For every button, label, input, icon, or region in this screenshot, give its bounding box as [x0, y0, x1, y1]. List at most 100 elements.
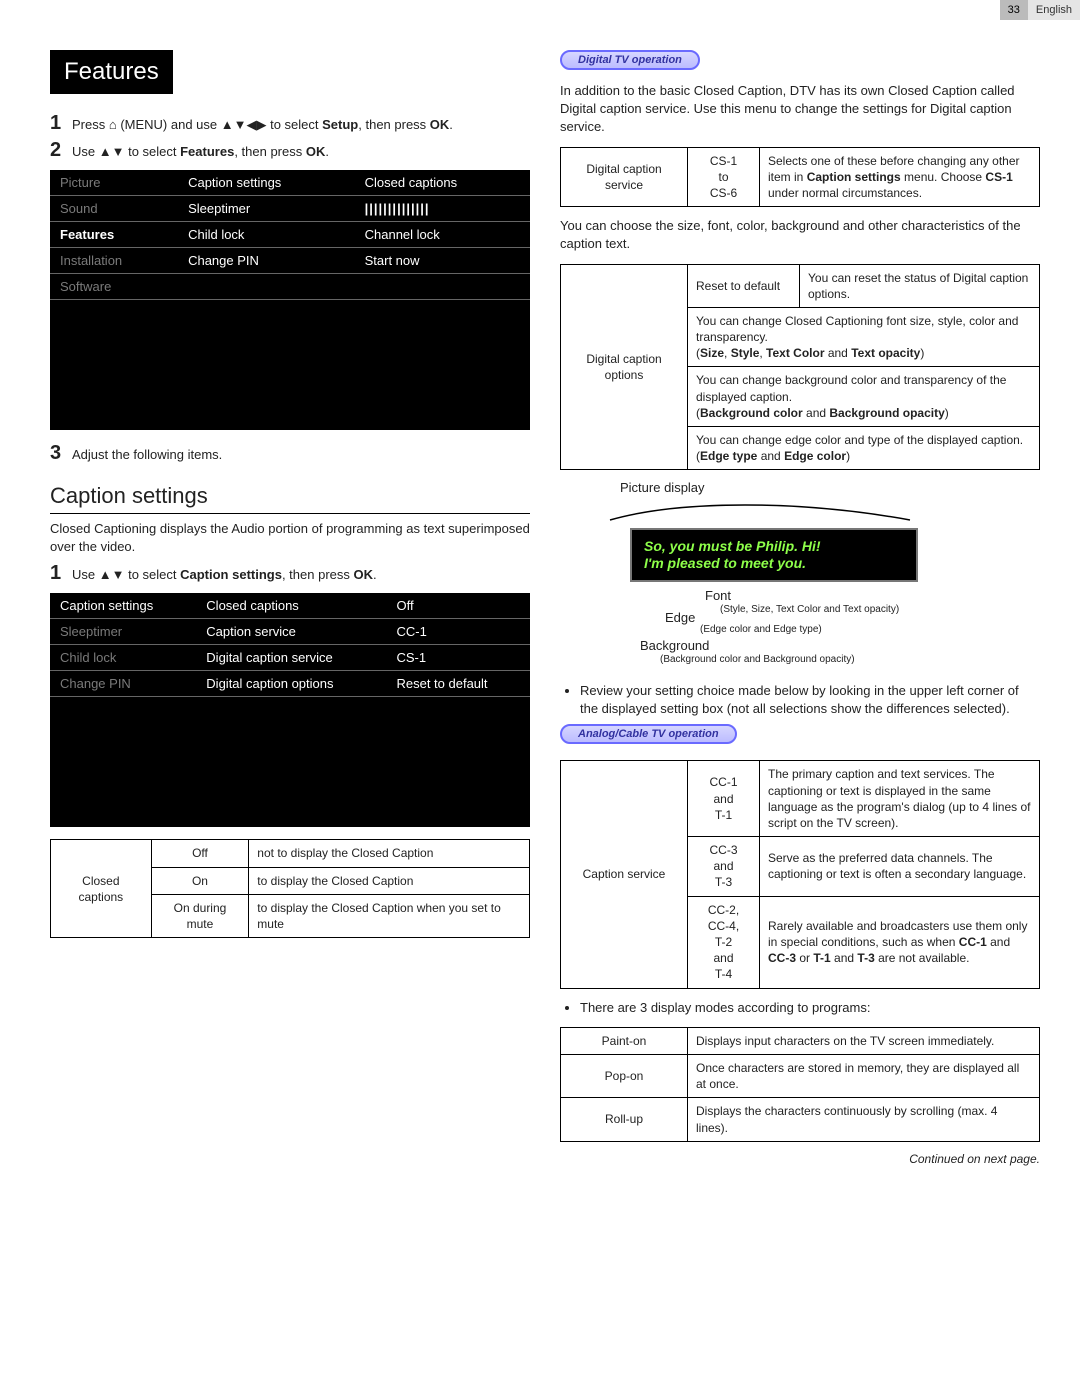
osd-cell: Digital caption options — [196, 671, 386, 697]
background-sub: (Background color and Background opacity… — [660, 654, 855, 665]
review-bullet: Review your setting choice made below by… — [580, 682, 1040, 718]
cc-desc: to display the Closed Caption when you s… — [249, 894, 530, 937]
step-2: 2 Use ▲▼ to select Features, then press … — [50, 139, 530, 162]
osd-cell: Digital caption service — [196, 645, 386, 671]
cc-desc: not to display the Closed Caption — [249, 840, 530, 867]
mode-desc: Displays input characters on the TV scre… — [688, 1027, 1040, 1054]
osd-cell — [178, 274, 355, 300]
step-3: 3 Adjust the following items. — [50, 442, 530, 465]
wave-line-icon — [600, 495, 920, 525]
left-column: Features 1 Press ⌂ (MENU) and use ▲▼◀▶ t… — [50, 50, 530, 1166]
digital-caption-options-table: Digital caption options Reset to default… — [560, 264, 1040, 471]
dco-reset-label: Reset to default — [688, 264, 800, 307]
dcs-desc: Selects one of these before changing any… — [760, 147, 1040, 207]
osd-cell: Change PIN — [178, 248, 355, 274]
right-column: Digital TV operation In addition to the … — [560, 50, 1040, 1166]
analog-cable-tv-operation-pill: Analog/Cable TV operation — [560, 724, 737, 744]
osd-cell: |||||||||||||| — [355, 196, 530, 222]
step-1: 1 Press ⌂ (MENU) and use ▲▼◀▶ to select … — [50, 112, 530, 135]
font-label: Font — [705, 588, 731, 603]
section-title: Features — [50, 50, 173, 94]
cs-value: CC-3 and T-3 — [688, 837, 760, 897]
continued-text: Continued on next page. — [560, 1152, 1040, 1166]
step-text: Press ⌂ (MENU) and use ▲▼◀▶ to select Se… — [72, 112, 453, 134]
step-number: 3 — [50, 442, 72, 465]
home-icon: ⌂ — [109, 117, 117, 132]
caption-settings-intro: Closed Captioning displays the Audio por… — [50, 520, 530, 556]
caption-line-2: I'm pleased to meet you. — [644, 555, 904, 572]
osd-cell: Sleeptimer — [178, 196, 355, 222]
osd-cell: Sound — [50, 196, 178, 222]
step-number: 1 — [50, 112, 72, 135]
osd-cell: Caption settings — [178, 170, 355, 196]
osd-cell: CC-1 — [386, 619, 530, 645]
cc-label: Closed captions — [51, 840, 152, 938]
osd-cell: Installation — [50, 248, 178, 274]
osd-cell: Change PIN — [50, 671, 196, 697]
cc-desc: to display the Closed Caption — [249, 867, 530, 894]
nav-arrows-icon: ▲▼ — [99, 144, 125, 159]
picture-display-label: Picture display — [620, 480, 1040, 495]
osd-cell: Closed captions — [355, 170, 530, 196]
step-text: Use ▲▼ to select Caption settings, then … — [72, 562, 377, 584]
cc-setting: On during mute — [151, 894, 249, 937]
osd-cell: Sleeptimer — [50, 619, 196, 645]
dco-desc: You can reset the status of Digital capt… — [800, 264, 1040, 307]
dco-desc: You can change Closed Captioning font si… — [688, 307, 1040, 367]
cc-setting: Off — [151, 840, 249, 867]
font-sub: (Style, Size, Text Color and Text opacit… — [720, 604, 899, 615]
cs-desc: Rarely available and broadcasters use th… — [760, 896, 1040, 988]
cc-setting: On — [151, 867, 249, 894]
dco-label: Digital caption options — [561, 264, 688, 470]
nav-arrows-icon: ▲▼◀▶ — [221, 117, 267, 132]
mode-desc: Once characters are stored in memory, th… — [688, 1054, 1040, 1097]
cs-value: CC-1 and T-1 — [688, 761, 760, 837]
step-text: Use ▲▼ to select Features, then press OK… — [72, 139, 329, 161]
cs-step-1: 1 Use ▲▼ to select Caption settings, the… — [50, 562, 530, 585]
caption-service-table: Caption service CC-1 and T-1 The primary… — [560, 760, 1040, 988]
mode-name: Roll-up — [561, 1098, 688, 1141]
background-label: Background — [640, 638, 709, 653]
osd-menu-caption-settings: Caption settings Closed captions Off Sle… — [50, 593, 530, 827]
dcs-value: CS-1 to CS-6 — [688, 147, 760, 207]
caption-service-label: Caption service — [561, 761, 688, 988]
mode-name: Pop-on — [561, 1054, 688, 1097]
closed-captions-table: Closed captions Off not to display the C… — [50, 839, 530, 938]
nav-arrows-icon: ▲▼ — [99, 567, 125, 582]
edge-sub: (Edge color and Edge type) — [700, 624, 822, 635]
display-modes-bullet: There are 3 display modes according to p… — [580, 999, 1040, 1017]
osd-cell — [355, 274, 530, 300]
osd-cell: Closed captions — [196, 593, 386, 619]
osd-cell: Features — [50, 222, 178, 248]
osd-cell: Start now — [355, 248, 530, 274]
cs-desc: Serve as the preferred data channels. Th… — [760, 837, 1040, 897]
characteristics-text: You can choose the size, font, color, ba… — [560, 217, 1040, 253]
dco-desc: You can change edge color and type of th… — [688, 427, 1040, 470]
osd-cell: Off — [386, 593, 530, 619]
osd-menu-features: Picture Caption settings Closed captions… — [50, 170, 530, 430]
digital-tv-operation-pill: Digital TV operation — [560, 50, 700, 70]
dcs-label: Digital caption service — [561, 147, 688, 207]
osd-cell: Software — [50, 274, 178, 300]
mode-name: Paint-on — [561, 1027, 688, 1054]
osd-cell: Picture — [50, 170, 178, 196]
caption-line-1: So, you must be Philip. Hi! — [644, 538, 904, 555]
osd-cell: Caption service — [196, 619, 386, 645]
caption-settings-heading: Caption settings — [50, 483, 530, 514]
picture-display-diagram: Picture display So, you must be Philip. … — [600, 480, 1040, 672]
cs-value: CC-2, CC-4, T-2 and T-4 — [688, 896, 760, 988]
osd-cell: Child lock — [178, 222, 355, 248]
digital-caption-service-table: Digital caption service CS-1 to CS-6 Sel… — [560, 147, 1040, 208]
osd-cell: Caption settings — [50, 593, 196, 619]
osd-cell: CS-1 — [386, 645, 530, 671]
display-modes-table: Paint-on Displays input characters on th… — [560, 1027, 1040, 1142]
step-text: Adjust the following items. — [72, 442, 222, 464]
osd-cell: Channel lock — [355, 222, 530, 248]
mode-desc: Displays the characters continuously by … — [688, 1098, 1040, 1141]
osd-cell: Reset to default — [386, 671, 530, 697]
dco-desc: You can change background color and tran… — [688, 367, 1040, 427]
step-number: 2 — [50, 139, 72, 162]
caption-preview-box: So, you must be Philip. Hi! I'm pleased … — [630, 528, 918, 582]
digital-intro: In addition to the basic Closed Caption,… — [560, 82, 1040, 137]
cs-desc: The primary caption and text services. T… — [760, 761, 1040, 837]
